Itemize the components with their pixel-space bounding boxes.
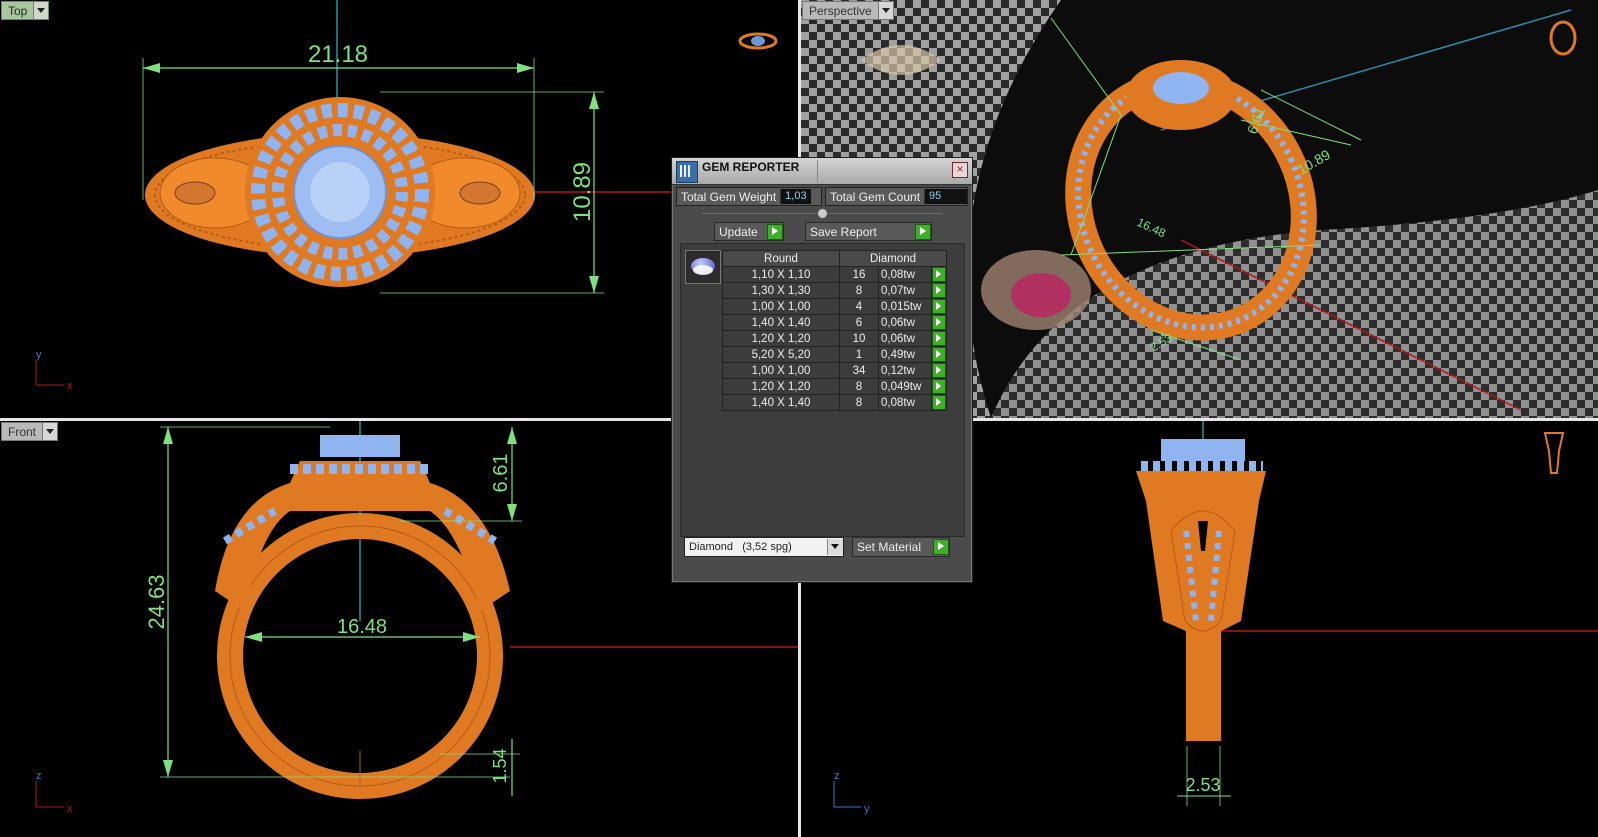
play-arrow-icon	[933, 539, 949, 555]
title-divider	[817, 160, 818, 182]
top-width-dim: 21.18	[308, 41, 368, 68]
chevron-down-icon[interactable]	[42, 423, 58, 440]
gem-reporter-app-icon	[676, 161, 698, 183]
gem-reporter-panel: GEM REPORTER × Total Gem Weight 1,03 Tot…	[671, 157, 973, 583]
front-top-dim: 6.61	[490, 454, 512, 493]
gem-count: 6	[839, 314, 879, 331]
gem-size: 1,00 X 1,00	[722, 362, 840, 379]
front-height-dim: 24.63	[144, 574, 169, 629]
gem-weight: 0,08tw	[878, 266, 932, 283]
table-row[interactable]: 1,00 X 1,00 4 0,015tw	[722, 298, 947, 315]
select-row-icon[interactable]	[932, 395, 946, 410]
select-row-icon[interactable]	[932, 299, 946, 314]
select-row-icon[interactable]	[932, 363, 946, 378]
axis-z-label: z	[36, 770, 42, 782]
viewport-perspective-label[interactable]: Perspective	[802, 1, 894, 20]
gem-weight: 0,015tw	[878, 298, 932, 315]
gem-round-thumbnail[interactable]	[685, 250, 721, 284]
gem-size: 1,20 X 1,20	[722, 330, 840, 347]
table-row[interactable]: 5,20 X 5,20 1 0,49tw	[722, 346, 947, 363]
gem-table: Round Diamond 1,10 X 1,10 16 0,08tw 1,30 X…	[722, 250, 947, 411]
gem-count: 34	[839, 362, 879, 379]
viewport-top-label[interactable]: Top	[1, 1, 50, 20]
material-density: (3,52 spg)	[742, 541, 792, 553]
viewport-perspective-name: Perspective	[809, 3, 872, 18]
table-row[interactable]: 1,30 X 1,30 8 0,07tw	[722, 282, 947, 299]
chevron-down-icon[interactable]	[827, 539, 843, 555]
update-button-label: Update	[719, 224, 758, 239]
total-gem-count-value: 95	[924, 189, 967, 204]
gem-count: 8	[839, 378, 879, 395]
table-row[interactable]: 1,40 X 1,40 6 0,06tw	[722, 314, 947, 331]
gem-weight: 0,49tw	[878, 346, 932, 363]
gem-weight: 0,049tw	[878, 378, 932, 395]
select-row-icon[interactable]	[932, 315, 946, 330]
axis-z-label: z	[834, 770, 840, 782]
gem-size: 1,30 X 1,30	[722, 282, 840, 299]
col-shape-header: Round	[722, 250, 840, 267]
right-band-dim: 2.53	[1185, 775, 1220, 795]
gem-count: 4	[839, 298, 879, 315]
gem-list: Round Diamond 1,10 X 1,10 16 0,08tw 1,30 X…	[680, 243, 965, 537]
gem-size: 1,00 X 1,00	[722, 298, 840, 315]
table-row[interactable]: 1,20 X 1,20 10 0,06tw	[722, 330, 947, 347]
table-row[interactable]: 1,10 X 1,10 16 0,08tw	[722, 266, 947, 283]
table-row[interactable]: 1,00 X 1,00 34 0,12tw	[722, 362, 947, 379]
material-select[interactable]: Diamond (3,52 spg)	[684, 537, 844, 557]
gem-count: 16	[839, 266, 879, 283]
total-gem-weight-value: 1,03	[780, 189, 811, 204]
gem-weight: 0,07tw	[878, 282, 932, 299]
axis-y-label: y	[864, 803, 870, 815]
front-band-dim: 1.54	[490, 748, 510, 783]
gem-weight: 0,06tw	[878, 330, 932, 347]
gem-reporter-title: GEM REPORTER	[702, 160, 800, 174]
col-material-header: Diamond	[839, 250, 947, 267]
viewport-top-name: Top	[8, 3, 28, 18]
chevron-down-icon[interactable]	[33, 2, 49, 19]
total-gem-weight-label: Total Gem Weight	[681, 189, 777, 204]
select-row-icon[interactable]	[932, 347, 946, 362]
gem-count: 10	[839, 330, 879, 347]
gem-size: 5,20 X 5,20	[722, 346, 840, 363]
select-row-icon[interactable]	[932, 379, 946, 394]
total-gem-weight-field: Total Gem Weight 1,03	[676, 187, 822, 206]
save-report-button[interactable]: Save Report	[805, 222, 932, 241]
material-name: Diamond	[689, 541, 734, 553]
table-row[interactable]: 1,20 X 1,20 8 0,049tw	[722, 378, 947, 395]
top-height-dim: 10.89	[569, 162, 596, 222]
table-row[interactable]: 1,40 X 1,40 8 0,08tw	[722, 394, 947, 411]
total-gem-count-label: Total Gem Count	[830, 189, 921, 204]
material-select-value: Diamond (3,52 spg)	[685, 541, 827, 553]
gem-size: 1,10 X 1,10	[722, 266, 840, 283]
select-row-icon[interactable]	[932, 283, 946, 298]
gem-weight: 0,08tw	[878, 394, 932, 411]
gem-size: 1,40 X 1,40	[722, 314, 840, 331]
play-arrow-icon	[767, 223, 783, 240]
update-button[interactable]: Update	[714, 222, 784, 241]
select-row-icon[interactable]	[932, 267, 946, 282]
close-icon[interactable]: ×	[952, 162, 968, 178]
axis-y-label: y	[36, 349, 42, 361]
gem-size: 1,40 X 1,40	[722, 394, 840, 411]
gem-count: 8	[839, 282, 879, 299]
viewport-front-name: Front	[8, 424, 37, 439]
axis-x-label: x	[67, 803, 73, 815]
gem-reporter-titlebar[interactable]: GEM REPORTER ×	[672, 158, 972, 185]
splitter-handle[interactable]	[817, 208, 828, 219]
gem-weight: 0,12tw	[878, 362, 932, 379]
front-inner-dim: 16.48	[337, 616, 387, 638]
total-gem-count-field: Total Gem Count 95	[825, 187, 968, 206]
play-arrow-icon	[915, 223, 931, 240]
gem-count: 8	[839, 394, 879, 411]
gem-size: 1,20 X 1,20	[722, 378, 840, 395]
chevron-down-icon[interactable]	[877, 2, 893, 19]
gem-count: 1	[839, 346, 879, 363]
axis-x-label: x	[67, 380, 73, 392]
gem-weight: 0,06tw	[878, 314, 932, 331]
viewport-front-label[interactable]: Front	[1, 422, 59, 441]
save-report-label: Save Report	[810, 224, 877, 239]
set-material-label: Set Material	[857, 540, 922, 554]
select-row-icon[interactable]	[932, 331, 946, 346]
set-material-button[interactable]: Set Material	[852, 537, 950, 557]
